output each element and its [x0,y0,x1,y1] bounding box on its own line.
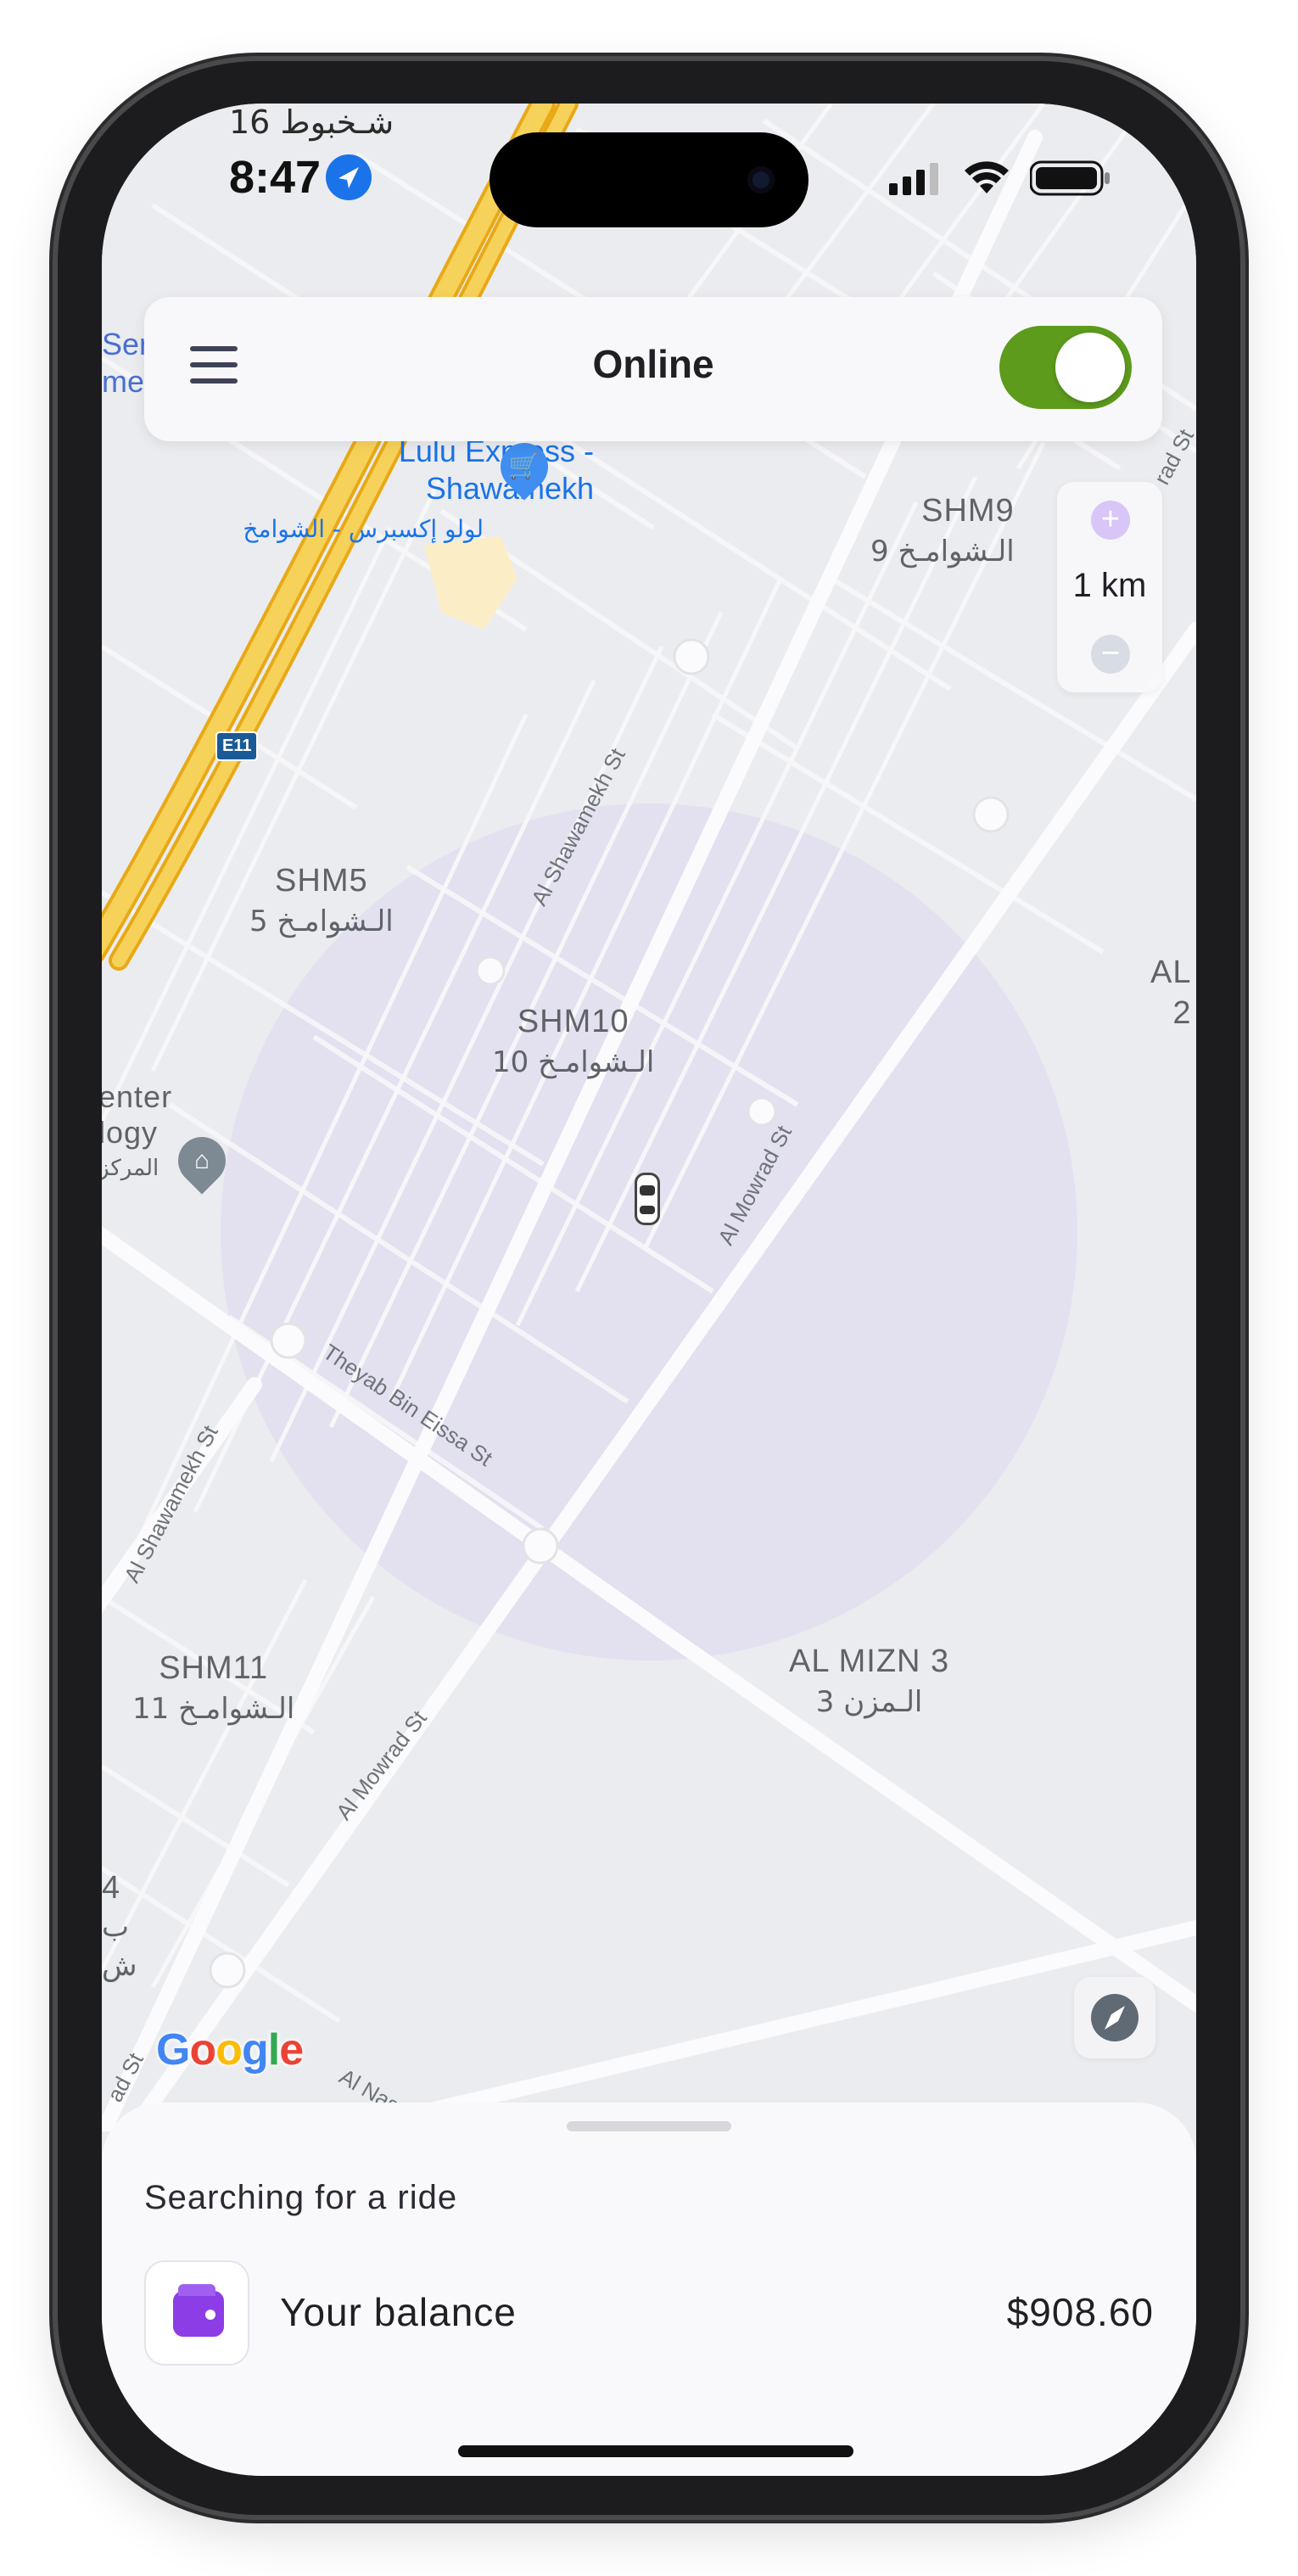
camera-icon [747,166,775,193]
area-label-shm11: SHM11 الـشوامـخ 11 [132,1650,295,1726]
status-location-name: شـخبوط 16 [229,104,394,141]
phone-frame: E11 SHM9 الـشوامـخ 9 SHM5 الـشوامـخ 5 SH… [58,61,1240,2515]
map-scale-label: 1 km [1072,567,1147,604]
google-logo-letter: l [267,2025,280,2075]
online-toggle[interactable] [999,326,1132,409]
sheet-drag-handle[interactable] [567,2121,731,2131]
balance-label: Your balance [280,2290,517,2334]
bottom-sheet[interactable]: Searching for a ride Your balance $908.6… [102,2103,1196,2476]
cellular-signal-icon [889,163,938,195]
dynamic-island [490,132,808,227]
edge-label-left-top: Ser me [102,327,150,399]
header-bar: Online [144,297,1162,441]
ride-search-status: Searching for a ride [144,2179,458,2216]
car-marker-icon [635,1173,660,1225]
google-logo-letter: o [215,2025,243,2075]
google-logo-letter: o [189,2025,216,2075]
location-arrow-icon [326,154,372,200]
edge-label-left-center: enter logy المركز [102,1079,173,1181]
toggle-knob [1055,333,1125,402]
google-logo-letter: G [156,2025,190,2075]
wallet-icon-container [144,2260,249,2366]
zoom-out-button[interactable]: − [1091,635,1130,674]
google-logo-letter: g [241,2025,269,2075]
edge-label-left-bottom: 4 ب ش [102,1870,137,1983]
compass-button[interactable] [1074,1977,1155,2058]
area-label-al-mizn-3: AL MIZN 3 الـمزن 3 [789,1644,950,1719]
area-label-shm5: SHM5 الـشوامـخ 5 [249,863,394,938]
highway-shield: E11 [215,731,259,761]
status-icons [889,160,1111,197]
balance-value: $908.60 [1006,2290,1154,2334]
edge-label-right: AL 2 [1150,955,1192,1031]
area-label-shm9: SHM9 الـشوامـخ 9 [870,493,1015,568]
zoom-control: + 1 km − [1057,482,1162,692]
museum-icon[interactable]: ⌂ [168,1127,236,1195]
wifi-icon [965,161,1009,193]
compass-icon [1091,1994,1139,2041]
home-indicator[interactable] [458,2445,853,2457]
wallet-icon [173,2284,224,2337]
phone-screen: E11 SHM9 الـشوامـخ 9 SHM5 الـشوامـخ 5 SH… [102,104,1196,2476]
google-logo: Google [156,2024,304,2075]
poi-label-lulu-ar: لولو إكسبرس - الشوامخ [243,515,484,543]
shopping-cart-icon[interactable]: 🛒 [490,433,558,501]
area-label-shm10: SHM10 الـشوامـخ 10 [492,1004,655,1079]
battery-icon [1030,160,1110,196]
zoom-in-button[interactable]: + [1091,501,1130,540]
google-logo-letter: e [279,2025,304,2075]
status-time: 8:47 [229,151,372,204]
status-time-text: 8:47 [229,152,322,203]
